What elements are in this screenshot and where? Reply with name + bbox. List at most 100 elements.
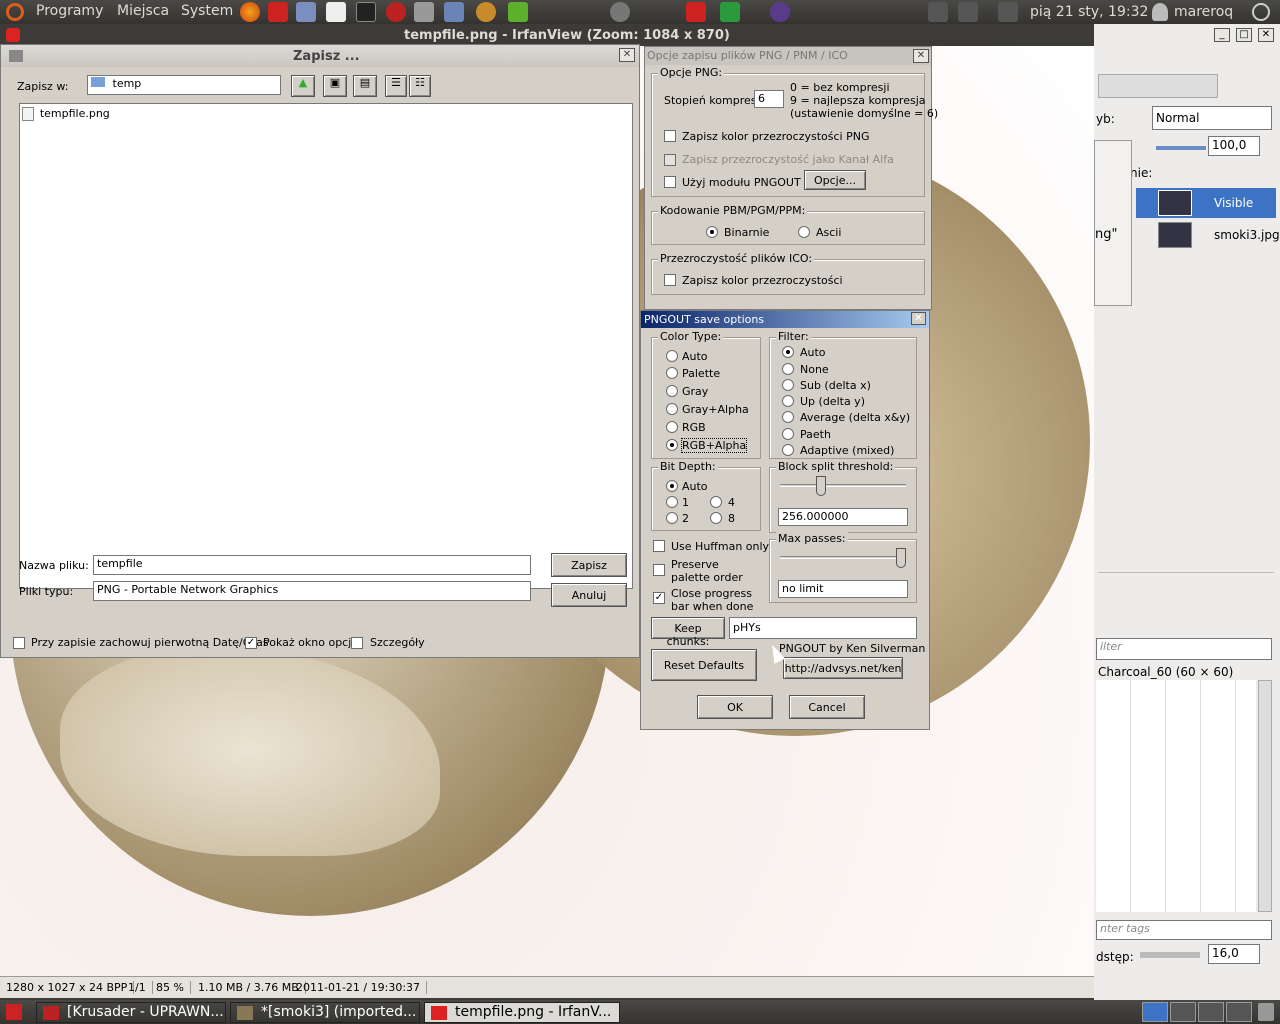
power-icon[interactable] xyxy=(1252,3,1270,21)
png-options-titlebar[interactable]: Opcje zapisu plików PNG / PNM / ICO ✕ xyxy=(645,47,931,65)
opacity-slider[interactable] xyxy=(1156,146,1206,150)
new-folder-button[interactable]: ▤ xyxy=(353,75,377,97)
screenshot-icon[interactable] xyxy=(296,2,316,22)
mail-icon[interactable] xyxy=(998,2,1018,22)
bit-4-radio[interactable] xyxy=(710,496,722,508)
filter-up-radio[interactable] xyxy=(782,395,794,407)
max-passes-track[interactable] xyxy=(780,556,906,559)
brush-filter-input[interactable]: ilter xyxy=(1096,638,1272,660)
pngout-cancel-button[interactable]: Cancel xyxy=(789,695,865,719)
bit-auto-radio[interactable] xyxy=(666,480,678,492)
color-palette-radio[interactable] xyxy=(666,367,678,379)
menu-programy[interactable]: Programy xyxy=(36,3,103,19)
up-folder-button[interactable]: ▲ xyxy=(291,75,315,97)
workspace-3[interactable] xyxy=(1198,1002,1224,1022)
menu-system[interactable]: System xyxy=(181,3,233,19)
color-grayalpha-radio[interactable] xyxy=(666,403,678,415)
trash-icon[interactable] xyxy=(1258,1003,1274,1021)
details-checkbox[interactable] xyxy=(351,637,363,649)
bit-8-radio[interactable] xyxy=(710,512,722,524)
bit-1-radio[interactable] xyxy=(666,496,678,508)
layer-buttons[interactable] xyxy=(1098,572,1274,596)
menu-miejsca[interactable]: Miejsca xyxy=(117,3,169,19)
text-editor-icon[interactable] xyxy=(326,2,346,22)
opacity-field[interactable]: 100,0 xyxy=(1208,136,1260,156)
task-krusader[interactable]: [Krusader - UPRAWN... xyxy=(36,1002,226,1023)
compression-input[interactable]: 6 xyxy=(754,90,784,108)
irfanview-titlebar[interactable]: tempfile.png - IrfanView (Zoom: 1084 x 8… xyxy=(0,24,1094,46)
keep-chunks-button[interactable]: Keep chunks: xyxy=(651,617,725,648)
ascii-radio[interactable] xyxy=(798,226,810,238)
file-item[interactable]: tempfile.png xyxy=(22,106,110,122)
brush-scrollbar[interactable] xyxy=(1258,680,1272,912)
max-passes-thumb[interactable] xyxy=(896,548,906,568)
close-icon[interactable]: ✕ xyxy=(913,49,929,63)
layer-row-visible[interactable]: Visible xyxy=(1136,188,1276,218)
irfanview-icon[interactable] xyxy=(268,2,288,22)
filter-paeth-radio[interactable] xyxy=(782,428,794,440)
search-icon[interactable] xyxy=(928,2,948,22)
keep-date-checkbox[interactable] xyxy=(13,637,25,649)
color-rgbalpha-radio[interactable] xyxy=(666,439,678,451)
filetype-select[interactable]: PNG - Portable Network Graphics xyxy=(93,581,531,601)
ico-transparent-checkbox[interactable] xyxy=(664,274,676,286)
block-split-thumb[interactable] xyxy=(816,476,826,496)
spacing-field[interactable]: 16,0 xyxy=(1208,944,1260,964)
folder-select[interactable]: temp xyxy=(87,75,281,95)
minimize-icon[interactable]: _ xyxy=(1214,28,1230,42)
list-view-button[interactable]: ☰ xyxy=(385,75,407,97)
max-passes-input[interactable]: no limit xyxy=(778,580,908,598)
mode-select[interactable]: Normal xyxy=(1152,106,1272,130)
desktop-button[interactable]: ▣ xyxy=(323,75,347,97)
bit-2-radio[interactable] xyxy=(666,512,678,524)
use-pngout-checkbox[interactable] xyxy=(664,176,676,188)
ubuntu-logo-icon[interactable] xyxy=(6,3,24,21)
close-icon[interactable]: ✕ xyxy=(619,48,635,62)
firefox-icon[interactable] xyxy=(240,2,260,22)
krusader-icon[interactable] xyxy=(386,2,406,22)
workspace-2[interactable] xyxy=(1170,1002,1196,1022)
filter-average-radio[interactable] xyxy=(782,411,794,423)
block-split-input[interactable]: 256.000000 xyxy=(778,508,908,526)
close-progress-checkbox[interactable]: ✓ xyxy=(653,592,665,604)
filter-adaptive-radio[interactable] xyxy=(782,444,794,456)
block-split-track[interactable] xyxy=(780,484,906,487)
binary-radio[interactable] xyxy=(706,226,718,238)
camera-icon[interactable] xyxy=(414,2,434,22)
play-icon[interactable] xyxy=(508,2,528,22)
applet-green-icon[interactable] xyxy=(720,2,740,22)
volume-icon[interactable] xyxy=(958,2,978,22)
preserve-palette-checkbox[interactable] xyxy=(653,564,665,576)
keep-chunks-input[interactable]: pHYs xyxy=(729,617,917,639)
workspace-switcher[interactable] xyxy=(1142,1002,1252,1022)
close-icon[interactable]: ✕ xyxy=(911,312,926,325)
layer-row-smoki3[interactable]: smoki3.jpg xyxy=(1136,220,1280,250)
huffman-checkbox[interactable] xyxy=(653,540,665,552)
show-desktop-icon[interactable] xyxy=(6,1004,22,1020)
show-options-checkbox[interactable]: ✓ xyxy=(245,637,257,649)
pngout-options-button[interactable]: Opcje... xyxy=(804,170,866,190)
task-irfanview[interactable]: tempfile.png - IrfanV... xyxy=(424,1002,620,1023)
file-list[interactable]: tempfile.png xyxy=(19,103,633,589)
filename-input[interactable]: tempfile xyxy=(93,555,531,575)
filter-auto-radio[interactable] xyxy=(782,346,794,358)
monitor-icon[interactable] xyxy=(444,2,464,22)
save-button[interactable]: Zapisz xyxy=(551,553,627,577)
close-icon[interactable]: ✕ xyxy=(1258,28,1274,42)
filter-none-radio[interactable] xyxy=(782,363,794,375)
dock-tabs[interactable] xyxy=(1098,74,1218,98)
workspace-4[interactable] xyxy=(1226,1002,1252,1022)
cancel-button[interactable]: Anuluj xyxy=(551,583,627,607)
url-button[interactable]: http://advsys.net/ken xyxy=(783,657,903,679)
tags-input[interactable]: nter tags xyxy=(1096,920,1272,940)
brush-grid[interactable] xyxy=(1096,680,1256,912)
clock[interactable]: pią 21 sty, 19:32 xyxy=(1030,4,1148,20)
save-transparent-checkbox[interactable] xyxy=(664,130,676,142)
task-gimp[interactable]: *[smoki3] (imported... xyxy=(230,1002,420,1023)
bug-icon[interactable] xyxy=(610,2,630,22)
pngout-titlebar[interactable]: PNGOUT save options ✕ xyxy=(641,311,929,328)
save-dialog-titlebar[interactable]: Zapisz ... ✕ xyxy=(1,45,639,67)
ok-button[interactable]: OK xyxy=(697,695,773,719)
details-view-button[interactable]: ☷ xyxy=(409,75,431,97)
gimp-icon[interactable] xyxy=(476,2,496,22)
